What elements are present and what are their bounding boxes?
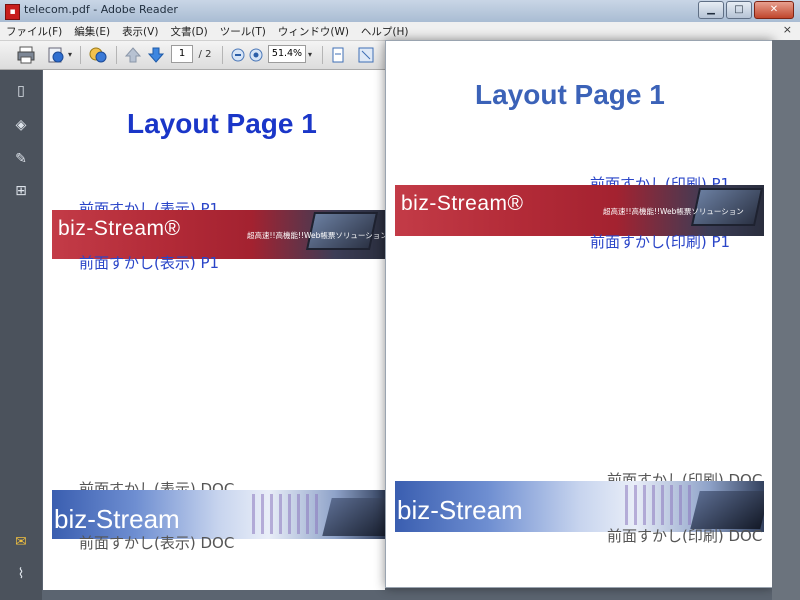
watermark-text-doc-bottom: 前面すかし(印刷) DOC [607,527,763,545]
attachments-icon[interactable]: ⌇ [12,565,30,583]
close-button[interactable]: ✕ [754,1,794,19]
watermark-text-p1-bottom: 前面すかし(表示) P1 [79,254,220,272]
window-controls: ▁ □ ✕ [698,1,794,19]
pdf-page-1[interactable]: Layout Page 1 前面すかし(表示) P1 biz-Stream® 超… [43,70,385,590]
menu-document[interactable]: 文書(D) [170,24,207,39]
laptop-image [690,491,764,529]
navigation-panel: ▯ ◈ ✎ ⊞ ✉ ⌇ [0,70,43,600]
model-tree-icon[interactable]: ⊞ [12,182,30,200]
close-document-icon[interactable]: × [783,23,792,36]
toolbar-separator [80,46,81,64]
title-bar: ▪ telecom.pdf - Adobe Reader ▁ □ ✕ [0,0,800,23]
banner-tagline: 超高速!!高機能!!Web帳票ソリューション [247,231,385,240]
next-page-icon[interactable] [146,45,166,65]
biz-stream-banner: biz-Stream® 超高速!!高機能!!Web帳票ソリューション [395,185,764,236]
banner-logo: biz-Stream® [58,217,181,240]
banner-decoration [252,494,322,534]
banner-logo: biz-Stream® [401,192,524,215]
comments-icon[interactable]: ✉ [12,533,30,551]
zoom-level-input[interactable]: 51.4% [268,45,306,63]
banner-logo: biz-Stream [397,495,523,525]
zoom-out-icon[interactable] [228,45,248,65]
print-icon[interactable] [16,45,36,65]
window-title: telecom.pdf - Adobe Reader [24,3,178,16]
maximize-button[interactable]: □ [726,1,752,19]
menu-file[interactable]: ファイル(F) [6,24,62,39]
laptop-image [322,498,385,536]
zoom-in-icon[interactable] [246,45,266,65]
page-number-input[interactable]: 1 [171,45,193,63]
menu-edit[interactable]: 編集(E) [74,24,110,39]
minimize-button[interactable]: ▁ [698,1,724,19]
page-total: / 2 [198,49,212,60]
watermark-text-p1-bottom: 前面すかし(印刷) P1 [590,233,731,251]
toolbar-separator [222,46,223,64]
banner-logo: biz-Stream [54,504,180,534]
scroll-area-edge [772,40,800,600]
previous-page-icon[interactable] [123,45,143,65]
fit-page-icon[interactable] [328,45,348,65]
page-title: Layout Page 1 [127,108,317,139]
pdf-page-2[interactable]: Layout Page 1 前面すかし(印刷) P1 biz-Stream® 超… [385,40,773,588]
chevron-down-icon[interactable]: ▾ [66,45,74,65]
collaborate-icon[interactable] [88,45,108,65]
chevron-down-icon[interactable]: ▾ [305,45,315,65]
menu-bar: ファイル(F) 編集(E) 表示(V) 文書(D) ツール(T) ウィンドウ(W… [0,22,800,41]
menu-view[interactable]: 表示(V) [122,24,158,39]
menu-help[interactable]: ヘルプ(H) [361,24,409,39]
pages-icon[interactable]: ▯ [12,82,30,100]
banner-tagline: 超高速!!高機能!!Web帳票ソリューション [603,207,744,216]
layers-icon[interactable]: ◈ [12,116,30,134]
banner-decoration [625,485,695,525]
create-pdf-icon[interactable] [46,45,66,65]
page-title: Layout Page 1 [475,79,665,110]
toolbar-separator [116,46,117,64]
menu-window[interactable]: ウィンドウ(W) [278,24,349,39]
signatures-icon[interactable]: ✎ [12,150,30,168]
full-screen-icon[interactable] [356,45,376,65]
menu-tools[interactable]: ツール(T) [220,24,266,39]
pdf-icon[interactable]: ▪ [5,4,20,20]
toolbar-separator [322,46,323,64]
watermark-text-doc-bottom: 前面すかし(表示) DOC [79,534,235,552]
